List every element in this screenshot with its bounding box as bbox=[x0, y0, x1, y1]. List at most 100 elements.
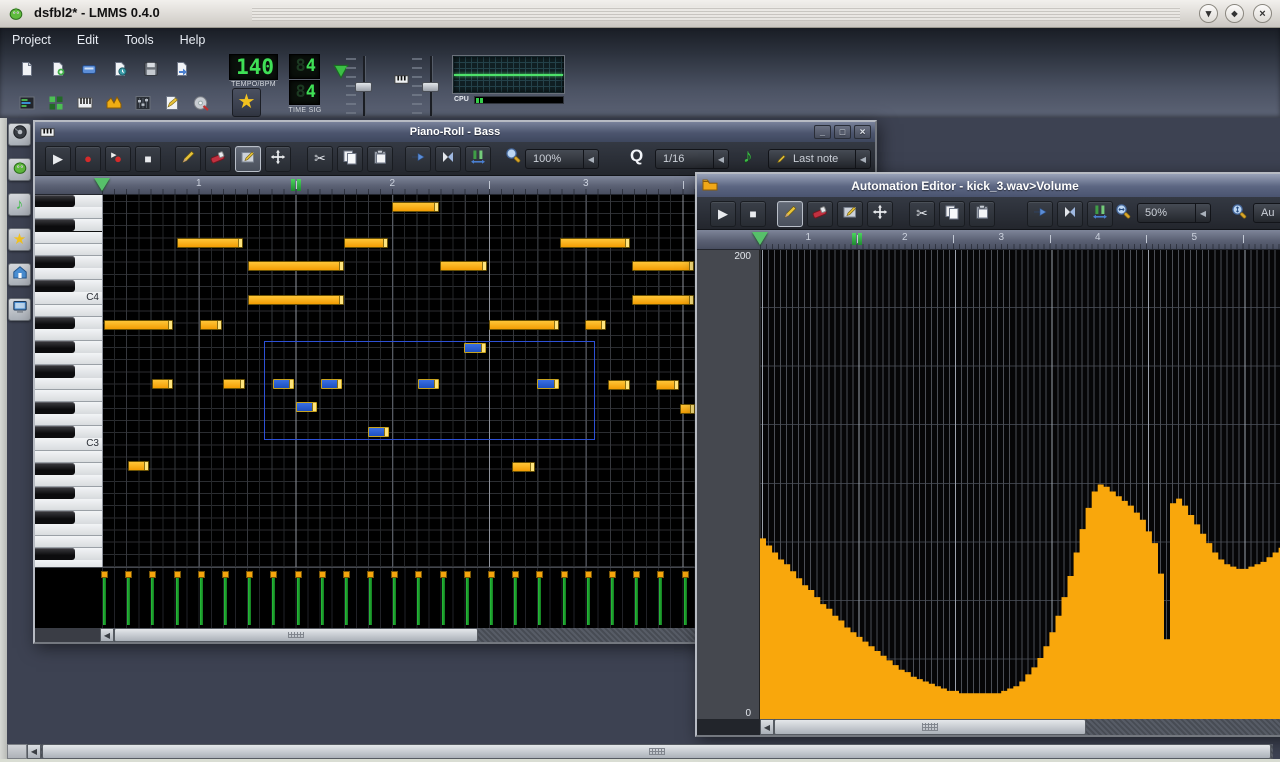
menu-item-help[interactable]: Help bbox=[180, 33, 206, 47]
piano-keyboard[interactable]: C4C3 bbox=[35, 195, 102, 567]
cut-button[interactable]: ✂ bbox=[307, 146, 333, 172]
piano-key-white[interactable] bbox=[35, 475, 102, 487]
piano-key-white[interactable] bbox=[35, 207, 102, 219]
velocity-handle[interactable] bbox=[682, 571, 689, 578]
zoom-level-dropdown[interactable]: 100% ◀ bbox=[525, 149, 599, 169]
velocity-handle[interactable] bbox=[270, 571, 277, 578]
note-tail[interactable] bbox=[217, 321, 221, 329]
timesig-numerator-lcd[interactable]: 84 bbox=[289, 54, 320, 79]
nav-rewind-button[interactable] bbox=[1057, 201, 1083, 227]
velocity-handle[interactable] bbox=[343, 571, 350, 578]
timesig-denominator-lcd[interactable]: 84 bbox=[289, 80, 320, 105]
note-tail[interactable] bbox=[383, 239, 387, 247]
automation-editor-window[interactable]: Automation Editor - kick_3.wav>Volume 50… bbox=[695, 172, 1280, 737]
note-tail[interactable] bbox=[339, 262, 343, 270]
piano-key-white[interactable] bbox=[35, 524, 102, 536]
note-orange[interactable] bbox=[248, 261, 344, 271]
piano-key-black[interactable] bbox=[35, 341, 102, 353]
velocity-handle[interactable] bbox=[125, 571, 132, 578]
velocity-handle[interactable] bbox=[198, 571, 205, 578]
menu-item-tools[interactable]: Tools bbox=[124, 33, 153, 47]
note-tail[interactable] bbox=[625, 381, 629, 389]
sidebar-item-home[interactable] bbox=[8, 263, 31, 286]
tempo-lcd[interactable]: 140 bbox=[229, 54, 278, 80]
velocity-handle[interactable] bbox=[101, 571, 108, 578]
minimize-button[interactable]: ▾ bbox=[1199, 4, 1218, 23]
note-orange[interactable] bbox=[248, 295, 344, 305]
note-orange[interactable] bbox=[560, 238, 630, 248]
flip-button[interactable] bbox=[465, 146, 491, 172]
velocity-handle[interactable] bbox=[561, 571, 568, 578]
new-project-button[interactable] bbox=[12, 54, 41, 83]
automation-chart[interactable] bbox=[760, 250, 1280, 719]
note-tail[interactable] bbox=[689, 262, 693, 270]
fx-mixer-button[interactable] bbox=[99, 88, 128, 117]
export-project-button[interactable] bbox=[167, 54, 196, 83]
stop-button[interactable]: ■ bbox=[740, 201, 766, 227]
note-orange[interactable] bbox=[680, 404, 695, 414]
automation-button[interactable] bbox=[128, 88, 157, 117]
velocity-line[interactable] bbox=[297, 577, 300, 625]
dropdown-arrow-icon[interactable]: ◀ bbox=[713, 150, 728, 168]
scrollbar-thumb[interactable] bbox=[774, 719, 1086, 735]
note-tail[interactable] bbox=[601, 321, 605, 329]
velocity-line[interactable] bbox=[248, 577, 251, 625]
copy-button[interactable] bbox=[939, 201, 965, 227]
piano-key-white[interactable] bbox=[35, 451, 102, 463]
velocity-line[interactable] bbox=[151, 577, 154, 625]
velocity-handle[interactable] bbox=[149, 571, 156, 578]
automation-curve[interactable] bbox=[760, 250, 1280, 719]
sidebar-item-presets[interactable]: ★ bbox=[8, 228, 31, 251]
piano-roll-close-button[interactable]: × bbox=[854, 125, 871, 139]
select-mode-button[interactable] bbox=[235, 146, 261, 172]
piano-key-black[interactable] bbox=[35, 195, 102, 207]
piano-key-white[interactable] bbox=[35, 268, 102, 280]
velocity-line[interactable] bbox=[321, 577, 324, 625]
velocity-handle[interactable] bbox=[633, 571, 640, 578]
erase-mode-button[interactable] bbox=[807, 201, 833, 227]
piano-roll-minimize-button[interactable]: _ bbox=[814, 125, 831, 139]
note-tail[interactable] bbox=[554, 321, 558, 329]
velocity-handle[interactable] bbox=[391, 571, 398, 578]
velocity-handle[interactable] bbox=[319, 571, 326, 578]
note-orange[interactable] bbox=[632, 295, 694, 305]
import-project-button[interactable] bbox=[105, 54, 134, 83]
note-orange[interactable] bbox=[200, 320, 222, 330]
velocity-line[interactable] bbox=[466, 577, 469, 625]
note-tail[interactable] bbox=[434, 203, 438, 211]
velocity-line[interactable] bbox=[684, 577, 687, 625]
note-tail[interactable] bbox=[168, 380, 172, 388]
piano-key-black[interactable] bbox=[35, 487, 102, 499]
record-button[interactable]: ● bbox=[75, 146, 101, 172]
record-play-button[interactable]: ●▶ bbox=[105, 146, 131, 172]
scrollbar-thumb[interactable] bbox=[114, 628, 478, 642]
piano-roll-maximize-button[interactable]: □ bbox=[834, 125, 851, 139]
automation-titlebar[interactable]: Automation Editor - kick_3.wav>Volume bbox=[697, 174, 1280, 197]
piano-key-black[interactable] bbox=[35, 317, 102, 329]
note-orange[interactable] bbox=[392, 202, 439, 212]
velocity-handle[interactable] bbox=[512, 571, 519, 578]
playhead-marker[interactable] bbox=[752, 232, 768, 245]
velocity-line[interactable] bbox=[538, 577, 541, 625]
velocity-line[interactable] bbox=[200, 577, 203, 625]
piano-key-black[interactable] bbox=[35, 511, 102, 523]
velocity-line[interactable] bbox=[635, 577, 638, 625]
note-orange[interactable] bbox=[223, 379, 245, 389]
zoom-y-dropdown[interactable]: Au bbox=[1253, 203, 1280, 223]
automation-scrollbar[interactable]: ◀ bbox=[760, 719, 1280, 735]
note-tail[interactable] bbox=[144, 462, 148, 470]
velocity-line[interactable] bbox=[514, 577, 517, 625]
project-notes-button[interactable] bbox=[157, 88, 186, 117]
draw-mode-button[interactable] bbox=[175, 146, 201, 172]
velocity-line[interactable] bbox=[127, 577, 130, 625]
note-orange[interactable] bbox=[632, 261, 694, 271]
piano-key-black[interactable] bbox=[35, 256, 102, 268]
note-tail[interactable] bbox=[238, 239, 242, 247]
quantize-dropdown[interactable]: 1/16 ◀ bbox=[655, 149, 729, 169]
workspace-scrollbar[interactable]: ◀ bbox=[27, 744, 1273, 759]
piano-key-black[interactable] bbox=[35, 548, 102, 560]
note-tail[interactable] bbox=[689, 296, 693, 304]
note-orange[interactable] bbox=[512, 462, 535, 472]
play-button[interactable]: ▶ bbox=[710, 201, 736, 227]
velocity-handle[interactable] bbox=[585, 571, 592, 578]
